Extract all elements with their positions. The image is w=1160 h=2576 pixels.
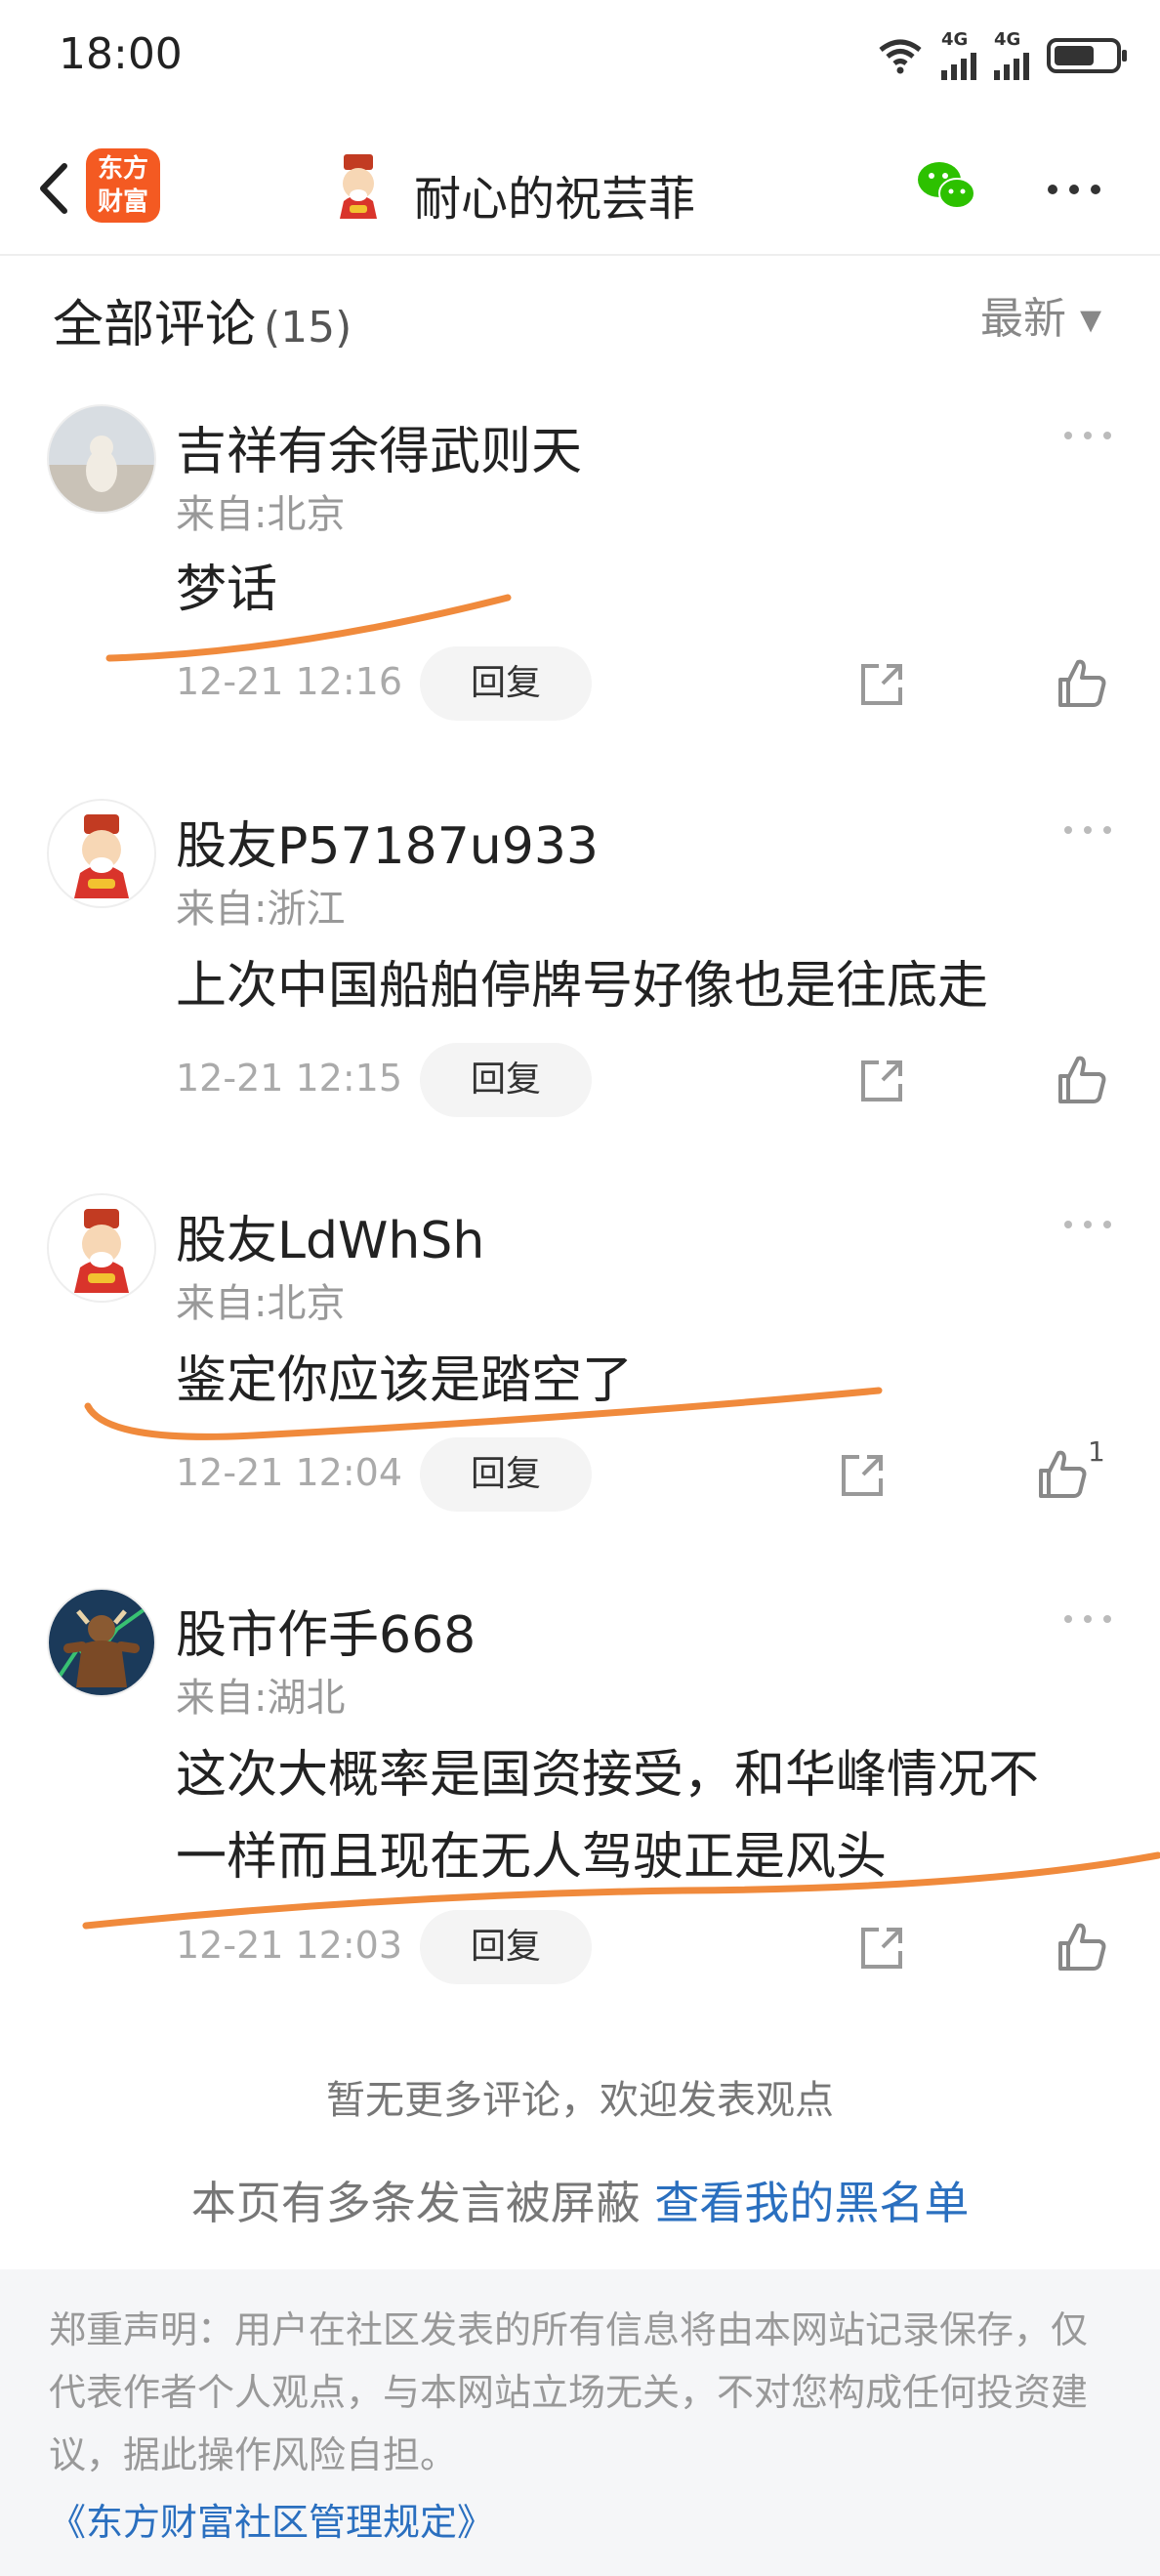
like-thumb-icon[interactable]	[1055, 1053, 1109, 1107]
comments-title: 全部评论	[53, 296, 257, 354]
no-more-comments: 暂无更多评论，欢迎发表观点	[326, 2078, 834, 2123]
reply-button[interactable]: 回复	[420, 646, 592, 721]
user-name[interactable]: 股友P57187u933	[176, 805, 599, 878]
user-location: 来自:湖北	[176, 1676, 346, 1721]
comment-more-icon[interactable]	[1060, 1215, 1119, 1234]
comment-more-icon[interactable]	[1060, 820, 1119, 840]
blocked-text: 本页有多条发言被屏蔽	[190, 2177, 655, 2229]
comment-more-icon[interactable]	[1060, 426, 1119, 445]
user-name[interactable]: 吉祥有余得武则天	[176, 410, 582, 483]
user-avatar[interactable]	[47, 1193, 156, 1303]
nav-header: 东方 财富 耐心的祝芸菲	[0, 127, 1160, 256]
battery-icon	[1047, 38, 1127, 73]
reply-button[interactable]: 回复	[420, 1910, 592, 1984]
comment-time: 12-21 12:04	[176, 1451, 403, 1494]
cell-signal-1-icon: 4G	[941, 31, 976, 80]
comment-time: 12-21 12:16	[176, 660, 403, 703]
wifi-icon	[879, 39, 922, 74]
user-avatar[interactable]	[47, 799, 156, 908]
comment-text-line: 一样而且现在无人驾驶正是风头	[176, 1828, 888, 1887]
comments-header: 全部评论 (15)	[53, 283, 352, 356]
like-thumb-icon[interactable]	[1055, 656, 1109, 711]
back-arrow-icon[interactable]	[25, 154, 94, 223]
cat-photo-avatar-icon	[49, 406, 154, 512]
share-icon[interactable]	[857, 660, 906, 709]
community-rules-link[interactable]: 《东方财富社区管理规定》	[49, 2492, 494, 2546]
sort-dropdown[interactable]: 最新 ▾	[980, 283, 1101, 346]
like-count: 1	[1088, 1435, 1105, 1468]
caishen-avatar-icon	[340, 154, 377, 219]
status-icons: 4G 4G	[877, 31, 1127, 80]
wechat-share-icon[interactable]	[914, 156, 978, 215]
share-icon[interactable]	[838, 1451, 887, 1500]
comment-text-line: 这次大概率是国资接受，和华峰情况不	[176, 1746, 1040, 1805]
like-thumb-icon[interactable]	[1035, 1447, 1090, 1502]
comments-count: (15)	[264, 303, 352, 353]
share-icon[interactable]	[857, 1057, 906, 1105]
user-location: 来自:北京	[176, 1281, 346, 1326]
caishen-avatar-icon	[49, 801, 154, 906]
bull-muscle-avatar-icon	[49, 1590, 154, 1695]
comment-text: 梦话	[176, 561, 278, 619]
disclaimer-footer: 郑重声明：用户在社区发表的所有信息将由本网站记录保存，仅代表作者个人观点，与本网…	[0, 2269, 1160, 2576]
eastmoney-logo[interactable]: 东方 财富	[86, 148, 160, 223]
cell-signal-2-icon: 4G	[994, 31, 1029, 80]
comment-text: 这次大概率是国资接受，和华峰情况不 一样而且现在无人驾驶正是风头	[176, 1734, 1113, 1898]
comment-more-icon[interactable]	[1060, 1609, 1119, 1629]
blacklist-link[interactable]: 查看我的黑名单	[654, 2177, 969, 2229]
comment-text: 上次中国船舶停牌号好像也是往底走	[176, 957, 989, 1016]
status-time: 18:00	[59, 29, 183, 79]
page-title: 耐心的祝芸菲	[414, 172, 696, 227]
user-avatar[interactable]	[47, 1588, 156, 1697]
like-thumb-icon[interactable]	[1055, 1920, 1109, 1974]
blocked-notice: 本页有多条发言被屏蔽 查看我的黑名单	[0, 2168, 1160, 2232]
comment-text: 鉴定你应该是踏空了	[176, 1351, 634, 1410]
comment-time: 12-21 12:03	[176, 1924, 403, 1967]
comment-time: 12-21 12:15	[176, 1057, 403, 1100]
caishen-avatar-icon	[49, 1195, 154, 1301]
share-icon[interactable]	[857, 1924, 906, 1973]
more-options-icon[interactable]	[1045, 170, 1103, 209]
user-avatar[interactable]	[47, 404, 156, 514]
user-location: 来自:北京	[176, 492, 346, 537]
user-location: 来自:浙江	[176, 887, 346, 932]
reply-button[interactable]: 回复	[420, 1043, 592, 1117]
disclaimer-text: 郑重声明：用户在社区发表的所有信息将由本网站记录保存，仅代表作者个人观点，与本网…	[49, 2308, 1089, 2476]
user-name[interactable]: 股友LdWhSh	[176, 1199, 484, 1272]
reply-button[interactable]: 回复	[420, 1437, 592, 1512]
user-name[interactable]: 股市作手668	[176, 1594, 476, 1667]
